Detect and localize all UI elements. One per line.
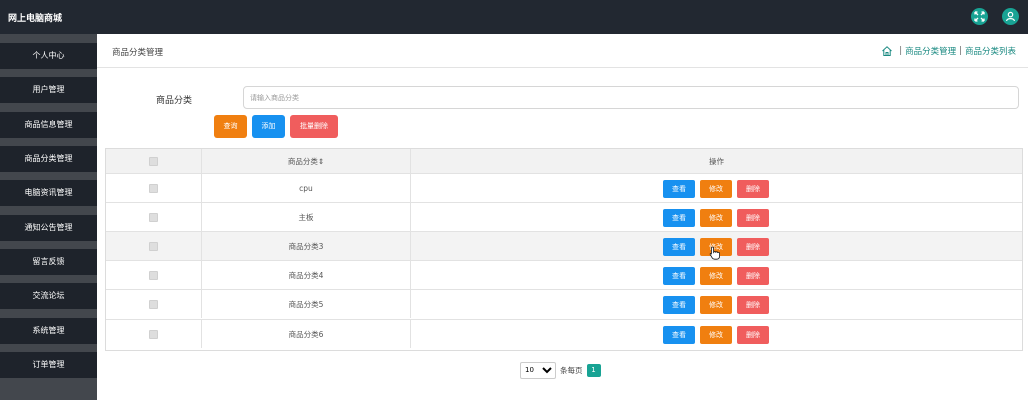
app-title: 网上电脑商城 [8,14,63,24]
category-table: 商品分类⇕ 操作 cpu 查看 修改 删除 主板 查看 修改 删除 商品分类3 … [105,148,1023,351]
sidebar-item-profile[interactable]: 个人中心 [0,43,97,69]
table-row: 商品分类3 查看 修改 删除 [106,231,1022,260]
view-button[interactable]: 查看 [663,180,695,198]
sidebar-item-forum[interactable]: 交流论坛 [0,283,97,309]
view-button[interactable]: 查看 [663,238,695,256]
delete-button[interactable]: 删除 [737,326,769,344]
row-checkbox[interactable] [149,241,158,251]
category-label: 商品分类 [156,96,193,106]
category-cell: 商品分类5 [202,290,411,318]
view-button[interactable]: 查看 [663,267,695,285]
breadcrumb-separator: | [899,46,903,56]
table-row: 主板 查看 修改 删除 [106,202,1022,231]
delete-button[interactable]: 删除 [737,296,769,314]
table-row: cpu 查看 修改 删除 [106,173,1022,202]
sidebar-item-feedback[interactable]: 留言反馈 [0,249,97,275]
select-all-checkbox[interactable] [149,156,158,166]
sidebar-item-orders[interactable]: 订单管理 [0,352,97,378]
query-button[interactable]: 查询 [214,115,247,138]
view-button[interactable]: 查看 [663,326,695,344]
add-button[interactable]: 添加 [252,115,285,138]
category-cell: 商品分类3 [202,232,411,260]
view-button[interactable]: 查看 [663,209,695,227]
row-checkbox[interactable] [149,183,158,193]
sidebar: 个人中心 用户管理 商品信息管理 商品分类管理 电脑资讯管理 通知公告管理 留言… [0,34,97,400]
sidebar-item-news[interactable]: 电脑资讯管理 [0,180,97,206]
delete-button[interactable]: 删除 [737,267,769,285]
edit-button[interactable]: 修改 [700,209,732,227]
batch-delete-button[interactable]: 批量删除 [290,115,338,138]
category-cell: 商品分类6 [202,320,411,348]
category-cell: 主板 [202,203,411,231]
category-cell: 商品分类4 [202,261,411,289]
sidebar-item-categories[interactable]: 商品分类管理 [0,146,97,172]
user-icon[interactable] [1002,8,1019,25]
per-page-label: 条每页 [560,365,583,375]
fullscreen-icon[interactable] [971,8,988,25]
breadcrumb-separator: | [959,46,962,56]
category-cell: cpu [202,174,411,202]
breadcrumb: | 商品分类管理 | 商品分类列表 [881,44,1016,58]
edit-button[interactable]: 修改 [700,267,732,285]
hand-cursor-icon [709,246,720,260]
delete-button[interactable]: 删除 [737,209,769,227]
sidebar-item-products[interactable]: 商品信息管理 [0,112,97,138]
pagination: 10 条每页 1 [520,361,601,379]
top-bar: 网上电脑商城 [0,0,1028,34]
breadcrumb-category-list[interactable]: 商品分类列表 [965,45,1016,57]
category-search-input[interactable] [243,86,1019,109]
delete-button[interactable]: 删除 [737,180,769,198]
delete-button[interactable]: 删除 [737,238,769,256]
sidebar-item-system[interactable]: 系统管理 [0,318,97,344]
sidebar-item-notices[interactable]: 通知公告管理 [0,215,97,241]
row-checkbox[interactable] [149,329,158,339]
table-row: 商品分类6 查看 修改 删除 [106,319,1022,348]
row-checkbox[interactable] [149,270,158,280]
edit-button[interactable]: 修改 [700,180,732,198]
column-header-category[interactable]: 商品分类⇕ [202,149,411,173]
edit-button[interactable]: 修改 [700,326,732,344]
sidebar-item-users[interactable]: 用户管理 [0,77,97,103]
table-header-row: 商品分类⇕ 操作 [106,149,1022,173]
edit-button[interactable]: 修改 [700,296,732,314]
page-header: 商品分类管理 | 商品分类管理 | 商品分类列表 [97,34,1028,68]
breadcrumb-category-management[interactable]: 商品分类管理 [905,45,956,57]
home-icon[interactable] [881,45,893,57]
row-checkbox[interactable] [149,212,158,222]
column-header-actions: 操作 [709,156,724,166]
page-button[interactable]: 1 [586,363,601,377]
view-button[interactable]: 查看 [663,296,695,314]
table-row: 商品分类5 查看 修改 删除 [106,289,1022,318]
page-title: 商品分类管理 [112,48,164,58]
row-checkbox[interactable] [149,299,158,309]
page-size-select[interactable]: 10 [520,361,556,379]
table-row: 商品分类4 查看 修改 删除 [106,260,1022,289]
